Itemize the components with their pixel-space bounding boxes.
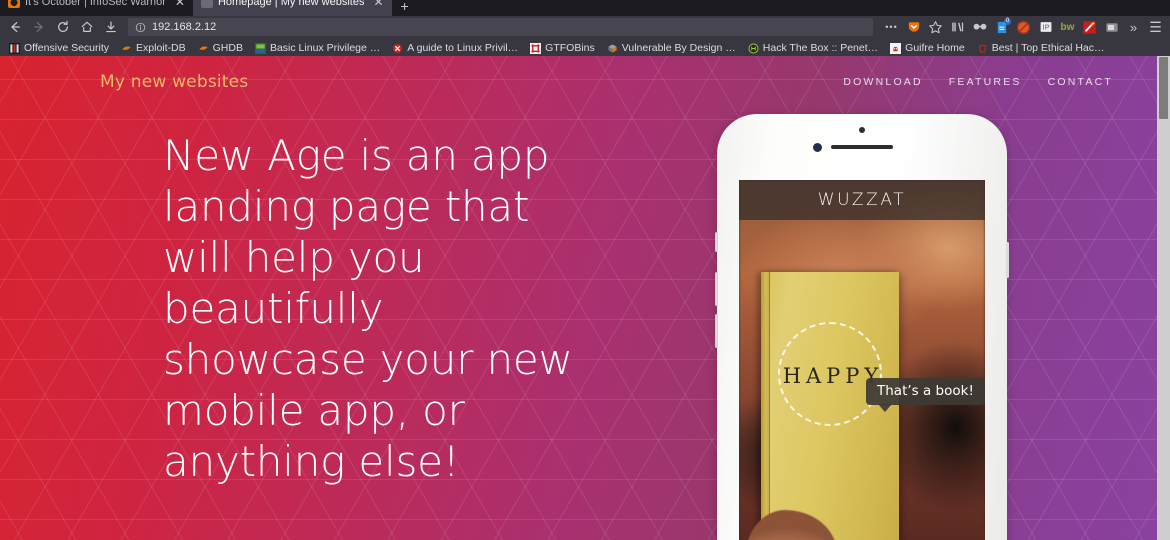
page-viewport: My new websites DOWNLOAD FEATURES CONTAC… xyxy=(0,56,1170,540)
containers-mask-icon[interactable] xyxy=(969,18,990,37)
bookmark-ghdb[interactable]: GHDB xyxy=(193,41,248,55)
bookmark-label: Basic Linux Privilege … xyxy=(269,42,381,54)
app-menu-icon[interactable]: ☰ xyxy=(1145,18,1166,37)
bookmark-label: GTFOBins xyxy=(545,42,595,54)
bookmark-label: Hack The Box :: Penet… xyxy=(762,42,879,54)
bookmark-vulnhub[interactable]: Vulnerable By Design … xyxy=(602,41,741,55)
bookmark-hackthebox[interactable]: Hack The Box :: Penet… xyxy=(743,41,883,55)
gtfobins-icon xyxy=(530,42,542,54)
page-actions-ellipsis-icon[interactable]: ••• xyxy=(881,18,902,37)
browser-tab-2[interactable]: Homepage | My new websites ✕ xyxy=(192,0,392,16)
ethical-hacking-icon xyxy=(978,43,986,52)
close-icon[interactable]: ✕ xyxy=(373,0,383,9)
vulnhub-icon xyxy=(608,43,617,53)
tab-title: Homepage | My new websites xyxy=(217,0,365,8)
bookmark-label: Offensive Security xyxy=(24,42,110,54)
home-icon[interactable] xyxy=(76,18,98,36)
site-header: My new websites DOWNLOAD FEATURES CONTAC… xyxy=(0,56,1157,92)
bookmark-label: Guifre Home xyxy=(905,42,965,54)
navigation-toolbar: 192.168.2.12 ••• 0 IP bw » ☰ xyxy=(0,16,1170,38)
chevron-glyph: » xyxy=(1129,19,1138,35)
library-icon[interactable] xyxy=(947,18,968,37)
guifre-home-icon xyxy=(890,42,902,54)
tab-title: It's October | InfoSec Warrior xyxy=(25,0,166,8)
bookmark-ethical-hacking[interactable]: Best | Top Ethical Hac… xyxy=(972,41,1110,55)
bookmark-guide-linux-privesc[interactable]: A guide to Linux Privil… xyxy=(387,41,523,55)
bookmark-label: GHDB xyxy=(212,42,243,54)
close-icon[interactable]: ✕ xyxy=(175,0,185,9)
overflow-chevron-icon[interactable]: » xyxy=(1123,18,1144,37)
burp-glyph: bw xyxy=(1060,21,1075,33)
infosec-warrior-icon xyxy=(8,0,20,8)
bookmark-label: Exploit-DB xyxy=(136,42,186,54)
tab-strip: It's October | InfoSec Warrior ✕ Homepag… xyxy=(0,0,1170,16)
address-bar[interactable]: 192.168.2.12 xyxy=(128,18,873,36)
url-text[interactable]: 192.168.2.12 xyxy=(152,21,216,33)
bookmark-offensive-security[interactable]: Offensive Security xyxy=(4,41,114,55)
pocket-icon[interactable] xyxy=(903,18,924,37)
new-tab-button[interactable]: + xyxy=(392,0,418,14)
ghdb-icon xyxy=(199,45,208,50)
browser-window: It's October | InfoSec Warrior ✕ Homepag… xyxy=(0,0,1170,540)
hacktools-wand-icon[interactable] xyxy=(1079,18,1100,37)
forward-arrow-icon[interactable] xyxy=(28,18,50,36)
site-brand[interactable]: My new websites xyxy=(100,72,248,92)
hero-headline: New Age is an app landing page that will… xyxy=(163,131,573,486)
hackthebox-icon xyxy=(748,42,759,54)
bookmark-label: Best | Top Ethical Hac… xyxy=(991,42,1105,54)
page-scrollbar[interactable] xyxy=(1157,56,1170,540)
guide-linux-privesc-icon xyxy=(393,43,403,53)
download-arrow-icon[interactable] xyxy=(100,18,122,36)
hamburger-glyph: ☰ xyxy=(1149,18,1162,35)
bookmark-guifre-home[interactable]: Guifre Home xyxy=(885,41,970,55)
basic-linux-privilege-icon xyxy=(254,42,266,54)
bookmark-label: A guide to Linux Privil… xyxy=(407,42,519,54)
noscript-icon[interactable] xyxy=(1013,18,1034,37)
svg-text:IP: IP xyxy=(1042,23,1049,32)
landing-page: My new websites DOWNLOAD FEATURES CONTAC… xyxy=(0,56,1157,540)
bookmarks-toolbar: Offensive Security Exploit-DB GHDB Basic… xyxy=(0,38,1170,58)
ellipsis-glyph: ••• xyxy=(885,22,898,32)
nav-link-contact[interactable]: CONTACT xyxy=(1048,76,1113,88)
offensive-security-icon xyxy=(9,42,20,54)
burp-suite-icon[interactable]: bw xyxy=(1057,18,1078,37)
exploit-db-icon xyxy=(122,45,131,50)
cookie-manager-icon[interactable]: 0 xyxy=(991,17,1012,37)
hero-copy: New Age is an app landing page that will… xyxy=(0,92,690,487)
primary-nav: DOWNLOAD FEATURES CONTACT xyxy=(843,76,1113,88)
back-arrow-icon[interactable] xyxy=(4,18,26,36)
bookmark-star-icon[interactable] xyxy=(925,18,946,37)
bookmark-basic-linux-privilege[interactable]: Basic Linux Privilege … xyxy=(250,41,385,55)
blank-page-icon xyxy=(200,0,213,8)
reload-icon[interactable] xyxy=(52,18,74,36)
bookmark-exploit-db[interactable]: Exploit-DB xyxy=(116,41,191,55)
browser-tab-1[interactable]: It's October | InfoSec Warrior ✕ xyxy=(0,0,193,16)
nav-link-download[interactable]: DOWNLOAD xyxy=(843,76,922,88)
screenshot-icon[interactable] xyxy=(1101,18,1122,37)
site-info-icon[interactable] xyxy=(135,22,146,33)
scrollbar-thumb[interactable] xyxy=(1159,57,1168,119)
nav-link-features[interactable]: FEATURES xyxy=(949,76,1022,88)
bookmark-label: Vulnerable By Design … xyxy=(621,42,736,54)
cookie-count-badge: 0 xyxy=(1004,17,1011,25)
bookmark-gtfobins[interactable]: GTFOBins xyxy=(525,41,600,55)
hero-section: New Age is an app landing page that will… xyxy=(0,92,1157,487)
toolbar-icon-group: ••• 0 IP bw » ☰ xyxy=(881,17,1166,37)
recognition-tooltip: That’s a book! xyxy=(866,378,985,412)
ip-address-icon[interactable]: IP xyxy=(1035,18,1056,37)
